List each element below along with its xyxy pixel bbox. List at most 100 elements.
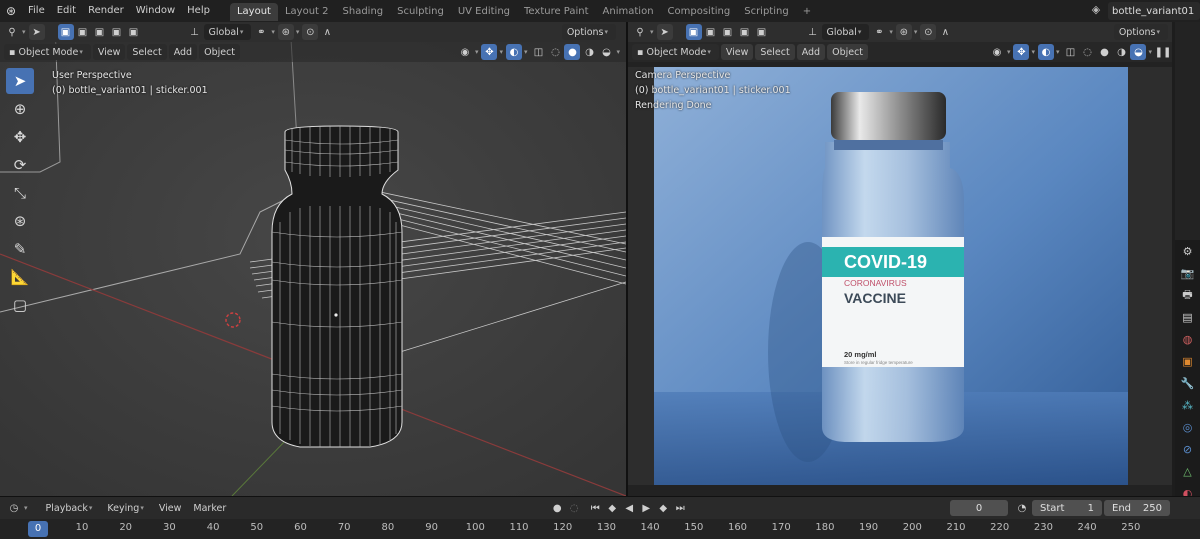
select-mode-subtract-icon-right[interactable]: ▣	[720, 24, 736, 40]
object-properties-icon[interactable]: ▣	[1175, 350, 1200, 372]
frame-ruler[interactable]: 0 10 20 30 40 50 60 70 80 90 100 110 120 130 140 150 16…	[0, 519, 1200, 539]
shading-wireframe-icon-right[interactable]: ◌	[1079, 44, 1095, 60]
tab-compositing[interactable]: Compositing	[661, 3, 738, 21]
menu-select-right[interactable]: Select	[755, 44, 795, 60]
data-properties-icon[interactable]: △	[1175, 460, 1200, 482]
scene-properties-icon[interactable]: ◍	[1175, 328, 1200, 350]
select-tool-icon[interactable]: ➤	[28, 24, 45, 40]
shading-rendered-icon[interactable]: ◒	[598, 44, 614, 60]
transform-orientation-dropdown-right[interactable]: Global ▾	[821, 24, 870, 40]
transform-tool-icon[interactable]: ⊛	[6, 208, 34, 234]
modifier-icon[interactable]: 🔧	[1175, 372, 1200, 394]
shading-wireframe-icon[interactable]: ◌	[547, 44, 563, 60]
pause-render-icon[interactable]: ❚❚	[1155, 44, 1172, 60]
shading-solid-icon-right[interactable]: ●	[1096, 44, 1112, 60]
shading-solid-icon[interactable]: ●	[564, 44, 581, 60]
falloff-icon[interactable]: ∧	[319, 24, 335, 40]
menu-add-left[interactable]: Add	[168, 44, 198, 60]
current-frame-field[interactable]: 0	[950, 500, 1008, 516]
tab-shading[interactable]: Shading	[336, 3, 391, 21]
menu-playback[interactable]: Playback ▾	[41, 500, 101, 516]
menu-view-left[interactable]: View	[92, 44, 126, 60]
select-mode-extend-icon-right[interactable]: ▣	[703, 24, 719, 40]
render-properties-icon[interactable]: 📷	[1175, 262, 1200, 284]
xray-icon-right[interactable]: ◫	[1062, 44, 1078, 60]
proportional-edit-icon[interactable]: ⊙	[302, 24, 319, 40]
tab-scripting[interactable]: Scripting	[737, 3, 795, 21]
shading-material-icon-right[interactable]: ◑	[1113, 44, 1129, 60]
end-frame-field[interactable]: End 250	[1104, 500, 1170, 516]
physics-icon[interactable]: ◎	[1175, 416, 1200, 438]
proportional-edit-icon-right[interactable]: ⊙	[920, 24, 937, 40]
menu-render[interactable]: Render	[82, 0, 130, 22]
menu-edit[interactable]: Edit	[51, 0, 82, 22]
menu-view-timeline[interactable]: View	[154, 500, 187, 516]
left-3d-viewport[interactable]: ⚲ ▾ ➤ ▣ ▣ ▣ ▣ ▣ ⊥ Global ▾ ⚭ ▾ ⊛ ▾ ⊙ ∧ Optio…	[0, 22, 626, 496]
select-mode-extend-icon[interactable]: ▣	[75, 24, 91, 40]
transform-orientation-dropdown[interactable]: Global ▾	[203, 24, 252, 40]
pivot-point-icon[interactable]: ⚭	[253, 24, 269, 40]
shading-material-icon[interactable]: ◑	[581, 44, 597, 60]
next-keyframe-icon[interactable]: ◆	[655, 500, 671, 516]
timeline-editor-icon[interactable]: ◷	[6, 500, 22, 516]
auto-keying-icon[interactable]: ◔	[1014, 500, 1030, 516]
overlays-icon-right[interactable]: ◐	[1037, 44, 1054, 60]
select-mode-intersect-icon[interactable]: ▣	[126, 24, 142, 40]
select-tool-icon-right[interactable]: ➤	[656, 24, 673, 40]
jump-start-icon[interactable]: ⏮	[587, 500, 603, 516]
menu-keying[interactable]: Keying ▾	[102, 500, 151, 516]
menu-object-left[interactable]: Object	[199, 44, 241, 60]
menu-add-right[interactable]: Add	[796, 44, 826, 60]
select-box-tool-icon[interactable]: ➤	[6, 68, 34, 94]
measure-tool-icon[interactable]: 📐	[6, 264, 34, 290]
overlays-icon[interactable]: ◐	[505, 44, 522, 60]
tab-layout-2[interactable]: Layout 2	[278, 3, 336, 21]
pivot-point-icon-right[interactable]: ⚭	[871, 24, 887, 40]
select-mode-subtract-icon[interactable]: ▣	[92, 24, 108, 40]
playhead-frame[interactable]: 0	[28, 521, 48, 537]
select-mode-invert-icon[interactable]: ▣	[109, 24, 125, 40]
scene-icon[interactable]: ◈	[1088, 3, 1104, 19]
select-mode-intersect-icon-right[interactable]: ▣	[754, 24, 770, 40]
menu-view-right[interactable]: View	[720, 44, 754, 60]
xray-icon[interactable]: ◫	[530, 44, 546, 60]
gizmo-icon[interactable]: ✥	[481, 44, 498, 60]
output-properties-icon[interactable]: 🖶	[1175, 284, 1200, 306]
jump-end-icon[interactable]: ⏭	[672, 500, 688, 516]
menu-select-left[interactable]: Select	[127, 44, 167, 60]
right-3d-viewport[interactable]: COVID-19 CORONAVIRUS VACCINE 20 mg/ml St…	[628, 22, 1172, 496]
view-layer-icon[interactable]: ▤	[1175, 306, 1200, 328]
prev-keyframe-icon[interactable]: ◆	[604, 500, 620, 516]
editor-type-icon[interactable]: ⚲	[4, 24, 20, 40]
falloff-icon-right[interactable]: ∧	[937, 24, 953, 40]
menu-file[interactable]: File	[22, 0, 51, 22]
select-mode-new-icon-right[interactable]: ▣	[685, 24, 702, 40]
gizmo-icon-right[interactable]: ✥	[1013, 44, 1030, 60]
play-reverse-icon[interactable]: ◀	[621, 500, 637, 516]
tab-animation[interactable]: Animation	[596, 3, 661, 21]
tab-uv-editing[interactable]: UV Editing	[451, 3, 517, 21]
menu-help[interactable]: Help	[181, 0, 216, 22]
menu-window[interactable]: Window	[130, 0, 181, 22]
select-mode-invert-icon-right[interactable]: ▣	[737, 24, 753, 40]
tool-properties-icon[interactable]: ⚙	[1175, 240, 1200, 262]
scale-tool-icon[interactable]: ⤡	[6, 180, 34, 206]
snap-icon[interactable]: ⊛	[277, 24, 294, 40]
options-dropdown-right[interactable]: Options ▾	[1113, 24, 1168, 40]
shading-rendered-icon-right[interactable]: ◒	[1130, 44, 1147, 60]
constraints-icon[interactable]: ⊘	[1175, 438, 1200, 460]
rotate-tool-icon[interactable]: ⟳	[6, 152, 34, 178]
keyframe-dropdown-icon[interactable]: ◌	[566, 500, 582, 516]
scene-name-field[interactable]: bottle_variant01	[1108, 2, 1200, 20]
add-workspace-button[interactable]: +	[796, 3, 818, 21]
particles-icon[interactable]: ⁂	[1175, 394, 1200, 416]
blender-logo-icon[interactable]: ⊛	[0, 0, 22, 22]
cursor-tool-icon[interactable]: ⊕	[6, 96, 34, 122]
snap-icon-right[interactable]: ⊛	[895, 24, 912, 40]
visibility-icon[interactable]: ◉	[457, 44, 473, 60]
options-dropdown-left[interactable]: Options ▾	[561, 24, 616, 40]
start-frame-field[interactable]: Start 1	[1032, 500, 1102, 516]
add-cube-tool-icon[interactable]: ▢	[6, 292, 34, 318]
object-mode-dropdown-right[interactable]: ▪ Object Mode ▾	[632, 44, 719, 60]
tab-texture-paint[interactable]: Texture Paint	[517, 3, 596, 21]
